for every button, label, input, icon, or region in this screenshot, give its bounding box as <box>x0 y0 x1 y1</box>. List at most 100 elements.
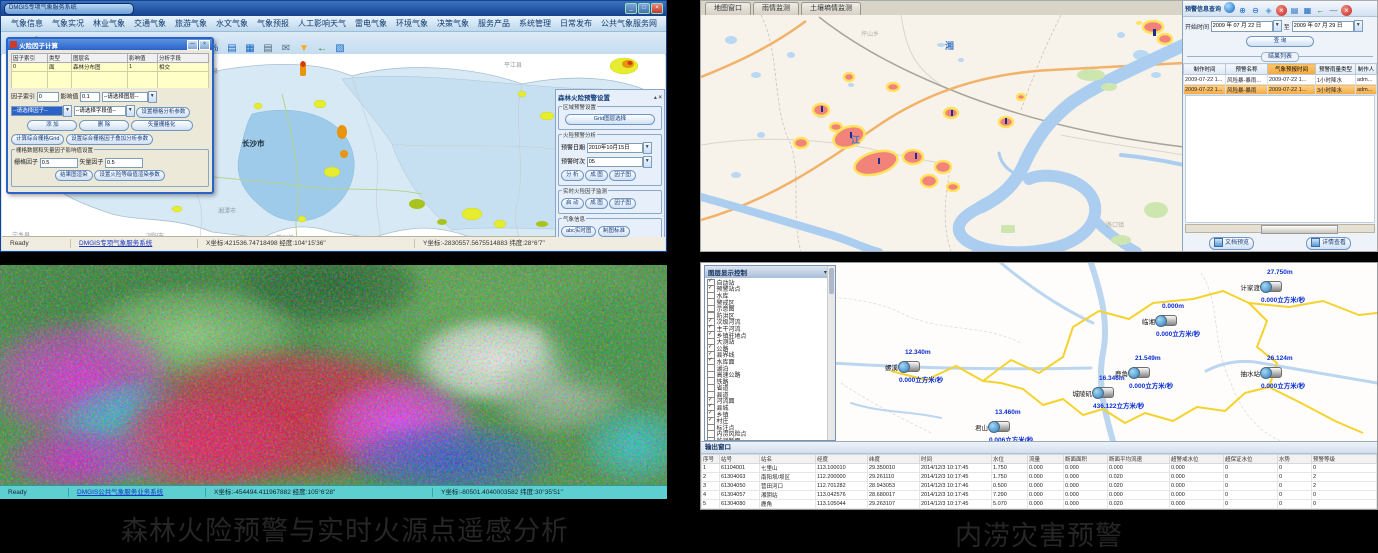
map-standard-button[interactable]: 制图标准 <box>598 226 630 237</box>
chevron-down-icon[interactable]: ▼ <box>126 105 135 117</box>
system-link[interactable]: DMGIS专项气象服务系统 <box>71 239 198 248</box>
menu-item[interactable]: 决策气象 <box>433 18 473 29</box>
dialog-minimize-icon[interactable]: — <box>187 40 198 50</box>
column-header[interactable]: 超警戒水位 <box>1170 455 1224 464</box>
close-button[interactable]: × <box>651 3 663 14</box>
overlay-params-button[interactable]: 设置综合栅格因子叠加分析参数 <box>66 134 153 145</box>
menu-item[interactable]: 雷电气象 <box>351 18 391 29</box>
factor-map-button[interactable]: 因子图 <box>609 170 636 181</box>
column-header[interactable]: 预警雨量类型 <box>1316 64 1356 75</box>
column-header[interactable]: 制作人 <box>1356 64 1377 75</box>
pan-icon[interactable]: ◈ <box>1263 5 1274 16</box>
result-list-area[interactable] <box>1185 95 1375 223</box>
zoom-in-icon[interactable]: ⊕ <box>1237 5 1248 16</box>
title-bar[interactable]: DMGIS专项气象服务系统 _ □ × <box>1 1 666 16</box>
tab[interactable]: 地图窗口 <box>705 2 751 15</box>
close-panel-icon[interactable]: × <box>1341 5 1352 16</box>
menu-item[interactable]: 服务产品 <box>474 18 514 29</box>
column-header[interactable]: 纬度 <box>868 455 920 464</box>
menu-item[interactable]: 环境气象 <box>392 18 432 29</box>
menu-item[interactable]: 日常发布 <box>556 18 596 29</box>
abc-realtime-button[interactable]: abc实时图 <box>561 226 596 237</box>
station-row[interactable]: 361304050营田河口112.701282 28.9430532014/12… <box>702 482 1377 491</box>
chevron-down-icon[interactable]: ▼ <box>148 91 157 103</box>
column-header[interactable]: 断面平均流速 <box>1108 455 1170 464</box>
column-header[interactable]: 预警名称 <box>1226 64 1268 75</box>
zoom-out-icon[interactable]: ⊖ <box>1250 5 1261 16</box>
station-marker[interactable]: 12.340m 螺溪 0.000立方米/秒 <box>875 349 1005 383</box>
add-button[interactable]: 添 加 <box>27 120 77 131</box>
column-header[interactable]: 站名 <box>760 455 816 464</box>
station-marker[interactable]: 0.000m 临湘 0.000立方米/秒 <box>1132 303 1262 337</box>
query-button[interactable]: 查 询 <box>1246 36 1314 47</box>
del-button[interactable]: 删 除 <box>79 120 129 131</box>
menu-item[interactable]: 水文气象 <box>212 18 252 29</box>
calc-grid-button[interactable]: 计算综合栅格Grid <box>11 134 64 145</box>
layer-checkbox[interactable] <box>707 437 715 440</box>
station-row[interactable]: 461304057湘阴站113.042576 28.6800172014/12/… <box>702 491 1377 500</box>
h-scrollbar[interactable] <box>1185 224 1375 233</box>
menu-item[interactable]: 公共气象服务网 <box>597 18 661 29</box>
system-link[interactable]: DMGIS公共气象服务业务系统 <box>69 488 206 497</box>
factor-select[interactable]: --请选择因子-- <box>11 106 63 116</box>
render-result-button[interactable]: 结果图渲染 <box>55 170 93 181</box>
column-header[interactable]: 超保证水位 <box>1224 455 1278 464</box>
dialog-close-icon[interactable]: × <box>199 40 210 50</box>
start-button[interactable]: 启 动 <box>561 198 584 209</box>
collapse-icon[interactable]: ▴ × <box>654 94 662 101</box>
menu-item[interactable]: 系统管理 <box>515 18 555 29</box>
chevron-down-icon[interactable]: ▼ <box>63 105 72 117</box>
make-map-button[interactable]: 成 图 <box>585 170 608 181</box>
column-header[interactable]: 经度 <box>816 455 868 464</box>
column-header[interactable]: 站号 <box>720 455 760 464</box>
raster-params-button[interactable]: 设置栅格分析参数 <box>136 107 190 118</box>
menu-item[interactable]: 旅游气象 <box>171 18 211 29</box>
close-red-icon[interactable]: × <box>1276 5 1287 16</box>
factor-index-input[interactable]: 0 <box>37 92 59 102</box>
globe-icon[interactable] <box>1224 2 1235 13</box>
rasterize-button[interactable]: 矢量栅格化 <box>131 120 193 131</box>
chevron-down-icon[interactable]: ▼ <box>643 142 652 154</box>
column-header[interactable]: 类型 <box>48 54 72 63</box>
grid-layer-button[interactable]: Grid图层选择 <box>565 114 655 125</box>
menu-item[interactable]: 人工影响天气 <box>294 18 350 29</box>
column-header[interactable]: 影响值 <box>128 54 158 63</box>
station-row[interactable]: 661304081城陵矶113.148211 29.4108812014/12/… <box>702 509 1377 511</box>
dialog-title-bar[interactable]: 火险因子计算 — × <box>8 39 212 50</box>
result-row[interactable]: 2009-07-22 1...风险暴-暴雨 2009-07-22 1...3小时… <box>1184 85 1377 95</box>
chevron-down-icon[interactable]: ▼ <box>1273 20 1282 32</box>
column-header[interactable]: 时间 <box>920 455 992 464</box>
tab[interactable]: 土壤墒情监测 <box>801 2 861 15</box>
column-header[interactable]: 断面面积 <box>1064 455 1108 464</box>
field-select[interactable]: --请选择字段值-- <box>74 106 126 116</box>
layer-select[interactable]: --请选择图层-- <box>102 92 148 102</box>
station-row[interactable]: 561304080鹿角113.105044 29.2631072014/12/3… <box>702 500 1377 509</box>
station-map-canvas[interactable]: 12.340m 螺溪 0.000立方米/秒 27.750m 计家渡 0.000立… <box>701 263 1377 441</box>
menu-item[interactable]: 气象实况 <box>48 18 88 29</box>
level-params-button[interactable]: 设置火险等级值渲染参数 <box>94 170 165 181</box>
back-icon[interactable]: ← <box>1315 5 1326 16</box>
menu-item[interactable]: 交通气象 <box>130 18 170 29</box>
factor-map2-button[interactable]: 因子图 <box>609 198 636 209</box>
date-from-input[interactable]: 2009 年 07 月 22 日 <box>1211 21 1273 32</box>
maximize-button[interactable]: □ <box>638 3 650 14</box>
warn-date-input[interactable]: 2010年10月15日 <box>587 143 643 153</box>
menu-item[interactable]: 气象预报 <box>253 18 293 29</box>
column-header[interactable]: 水位 <box>992 455 1028 464</box>
vector-factor-input[interactable]: 0.5 <box>105 158 143 168</box>
web-map-canvas[interactable]: 湘江坪山乡路口镇 <box>701 15 1184 252</box>
column-header[interactable]: 水势 <box>1278 455 1312 464</box>
minimize-button[interactable]: _ <box>625 3 637 14</box>
column-header[interactable]: 序号 <box>702 455 720 464</box>
map-icon[interactable]: ▦ <box>1302 5 1313 16</box>
station-marker[interactable]: 16.346m 城陵矶 436.122立方米/秒 <box>1069 375 1199 409</box>
chevron-down-icon[interactable]: ▼ <box>643 156 652 168</box>
column-header[interactable]: 流量 <box>1028 455 1064 464</box>
detail-view-button[interactable]: 详情查看 <box>1306 237 1351 250</box>
satellite-image[interactable] <box>0 265 667 486</box>
result-row[interactable]: 2009-07-22 1...风险暴-暴雨... 2009-07-22 1...… <box>1184 75 1377 85</box>
make-map2-button[interactable]: 成 图 <box>585 198 608 209</box>
column-header[interactable]: 图层名 <box>72 54 128 63</box>
column-header[interactable]: 预警等级 <box>1312 455 1377 464</box>
minimize-icon[interactable]: — <box>1328 5 1339 16</box>
